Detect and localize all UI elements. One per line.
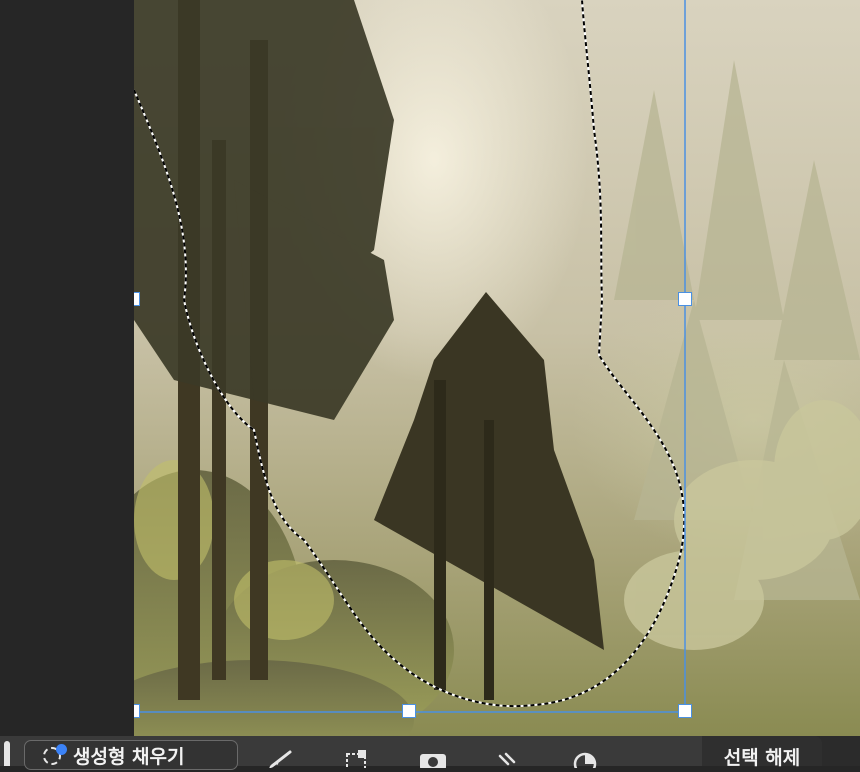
handle-bottom-right[interactable] — [678, 704, 692, 718]
left-panel — [0, 0, 134, 736]
generative-fill-icon — [43, 744, 67, 766]
brush-icon[interactable] — [268, 748, 294, 769]
magic-wand-icon[interactable] — [496, 748, 522, 768]
contextual-taskbar: 생성형 채우기 선택 해제 — [0, 736, 822, 772]
handle-bottom-left[interactable] — [134, 704, 140, 718]
handle-middle-left[interactable] — [134, 292, 140, 306]
deselect-label: 선택 해제 — [723, 746, 801, 769]
handle-middle-right[interactable] — [678, 292, 692, 306]
deselect-button[interactable]: 선택 해제 — [702, 736, 822, 769]
selection-overlay[interactable] — [134, 0, 860, 736]
generative-fill-label: 생성형 채우기 — [73, 745, 185, 768]
mask-icon[interactable] — [420, 748, 446, 770]
crop-selection-icon[interactable] — [344, 748, 370, 771]
adjustment-icon[interactable] — [572, 748, 598, 772]
handle-bottom-center[interactable] — [402, 704, 416, 718]
taskbar-grip[interactable] — [4, 741, 10, 766]
canvas[interactable] — [134, 0, 860, 736]
